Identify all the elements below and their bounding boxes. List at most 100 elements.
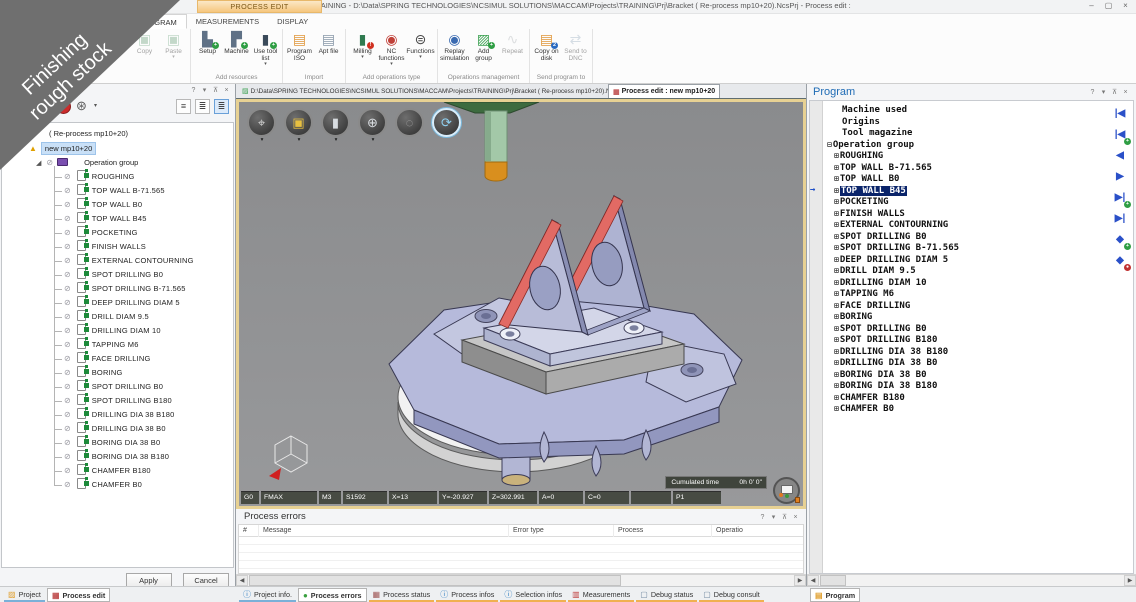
program-item[interactable]: ⊞ROUGHING bbox=[825, 150, 1107, 162]
expander-icon[interactable]: ⊞ bbox=[834, 209, 839, 218]
cancel-button[interactable]: Cancel bbox=[183, 573, 229, 587]
status-tab[interactable]: ▥Measurements bbox=[568, 588, 634, 602]
program-item[interactable]: ⊞FACE DRILLING bbox=[825, 300, 1107, 312]
ribbon-button[interactable]: ▛+ Machine bbox=[222, 30, 251, 55]
expander-icon[interactable]: ⊞ bbox=[834, 404, 839, 413]
eye-slash-icon[interactable]: ⊘ bbox=[64, 270, 71, 279]
ribbon-button[interactable]: ▤ Program ISO bbox=[285, 30, 314, 62]
dropdown-arrow-icon[interactable]: ▾ bbox=[284, 137, 314, 143]
list-view-toggle[interactable]: ≣ bbox=[214, 99, 229, 114]
program-item[interactable]: ⊞TOP WALL B0 bbox=[825, 173, 1107, 185]
panel-control-button[interactable]: × bbox=[221, 85, 232, 96]
simulation-control-button[interactable]: ◀ bbox=[1108, 147, 1132, 168]
program-item[interactable]: ⊞DRILLING DIA 38 B180 bbox=[825, 346, 1107, 358]
operation-item[interactable]: ⊘TAPPING M6 bbox=[54, 338, 233, 352]
program-item[interactable]: ⊞POCKETING bbox=[825, 196, 1107, 208]
operation-item[interactable]: ⊘DRILLING DIA 38 B0 bbox=[54, 422, 233, 436]
expander-icon[interactable]: ⊞ bbox=[834, 301, 839, 310]
gear-icon[interactable]: ⊛ bbox=[76, 98, 87, 114]
panel-control-button[interactable]: ▾ bbox=[1098, 87, 1109, 98]
program-item[interactable]: ⊞TAPPING M6 bbox=[825, 288, 1107, 300]
scroll-left-icon[interactable]: ◀ bbox=[807, 575, 819, 586]
expander-icon[interactable]: ⊟ bbox=[827, 140, 832, 149]
window-control-button[interactable]: × bbox=[1117, 0, 1134, 12]
operation-item[interactable]: ⊘FACE DRILLING bbox=[54, 352, 233, 366]
program-item[interactable]: ⊟Operation group bbox=[825, 139, 1107, 151]
ribbon-button[interactable]: ▤2 Copy on disk bbox=[532, 30, 561, 62]
eye-slash-icon[interactable]: ⊘ bbox=[64, 200, 71, 209]
workspace-tab[interactable]: ▨Project bbox=[4, 588, 45, 602]
operation-item[interactable]: ⊘BORING DIA 38 B0 bbox=[54, 436, 233, 450]
column-header[interactable]: Process bbox=[614, 525, 712, 537]
eye-slash-icon[interactable]: ⊘ bbox=[64, 242, 71, 251]
operation-item[interactable]: ⊘CHAMFER B180 bbox=[54, 464, 233, 478]
expander-icon[interactable]: ⊞ bbox=[834, 347, 839, 356]
program-item[interactable]: Machine used bbox=[825, 104, 1107, 116]
expander-icon[interactable]: ⊞ bbox=[834, 381, 839, 390]
simulation-control-button[interactable]: |◀ bbox=[1108, 105, 1132, 126]
status-tab[interactable]: ▢Debug status bbox=[636, 588, 697, 602]
expander-icon[interactable]: ⊞ bbox=[834, 174, 839, 183]
dropdown-arrow-icon[interactable]: ▾ bbox=[247, 137, 277, 143]
expander-icon[interactable]: ⊞ bbox=[834, 358, 839, 367]
operation-item[interactable]: ⊘DRILLING DIAM 10 bbox=[54, 324, 233, 338]
status-tab[interactable]: ⓘProcess infos bbox=[436, 588, 498, 602]
program-item[interactable]: ⊞SPOT DRILLING B-71.565 bbox=[825, 242, 1107, 254]
expander-icon[interactable]: ⊞ bbox=[834, 324, 839, 333]
horizontal-scrollbar[interactable]: ◀ ▶ bbox=[236, 574, 806, 586]
dropdown-arrow-icon[interactable]: ▾ bbox=[321, 137, 351, 143]
eye-slash-icon[interactable]: ⊘ bbox=[64, 214, 71, 223]
gear-dropdown-icon[interactable]: ▾ bbox=[94, 102, 97, 109]
column-header[interactable]: Operatio bbox=[712, 525, 803, 537]
ribbon-button[interactable]: ▮+ Use tool list ▾ bbox=[251, 30, 280, 67]
column-header[interactable]: # bbox=[239, 525, 259, 537]
operation-item[interactable]: ⊘DRILLING DIA 38 B180 bbox=[54, 408, 233, 422]
operation-item[interactable]: ⊘FINISH WALLS bbox=[54, 240, 233, 254]
simulation-control-button[interactable]: ▶|+ bbox=[1108, 189, 1132, 210]
ribbon-tab[interactable]: MEASUREMENTS bbox=[187, 14, 268, 29]
program-item[interactable]: ⊞CHAMFER B0 bbox=[825, 403, 1107, 415]
expander-icon[interactable]: ◢ bbox=[36, 160, 41, 167]
horizontal-scrollbar[interactable]: ◀ ▶ bbox=[807, 574, 1136, 586]
program-item[interactable]: ⊞DRILLING DIAM 10 bbox=[825, 277, 1107, 289]
operation-item[interactable]: ⊘CHAMFER B0 bbox=[54, 478, 233, 492]
expander-icon[interactable]: ⊞ bbox=[834, 220, 839, 229]
scroll-right-icon[interactable]: ▶ bbox=[1124, 575, 1136, 586]
eye-slash-icon[interactable]: ⊘ bbox=[64, 326, 71, 335]
machine-state-icon[interactable] bbox=[773, 477, 800, 504]
viewport-tool-button[interactable]: ▮ ▾ bbox=[321, 108, 351, 143]
scrollbar-thumb[interactable] bbox=[820, 575, 846, 586]
program-item[interactable]: ⊞TOP WALL B-71.565 bbox=[825, 162, 1107, 174]
simulation-control-button[interactable]: ◆● bbox=[1108, 252, 1132, 273]
program-item[interactable]: ⊞SPOT DRILLING B180 bbox=[825, 334, 1107, 346]
expander-icon[interactable]: ⊞ bbox=[834, 255, 839, 264]
operation-item[interactable]: ⊘DRILL DIAM 9.5 bbox=[54, 310, 233, 324]
expander-icon[interactable]: ⊞ bbox=[834, 163, 839, 172]
program-item[interactable]: ⊞CHAMFER B180 bbox=[825, 392, 1107, 404]
eye-slash-icon[interactable]: ⊘ bbox=[64, 480, 71, 489]
eye-slash-icon[interactable]: ⊘ bbox=[64, 382, 71, 391]
scrollbar-thumb[interactable] bbox=[249, 575, 621, 586]
dropdown-arrow-icon[interactable]: ▾ bbox=[358, 137, 388, 143]
ribbon-button[interactable]: ▮! Milling ▾ bbox=[348, 30, 377, 60]
eye-slash-icon[interactable]: ⊘ bbox=[64, 312, 71, 321]
status-tab[interactable]: ●Process errors bbox=[298, 588, 367, 602]
ribbon-button[interactable]: ▙+ Setup bbox=[193, 30, 222, 55]
panel-control-button[interactable]: ? bbox=[188, 85, 199, 96]
operation-item[interactable]: ⊘DEEP DRILLING DIAM 5 bbox=[54, 296, 233, 310]
program-item[interactable]: ⊞DRILLING DIA 38 B0 bbox=[825, 357, 1107, 369]
operation-item[interactable]: ⊘ROUGHING bbox=[54, 170, 233, 184]
program-item[interactable]: Tool magazine bbox=[825, 127, 1107, 139]
program-item[interactable]: ⊞SPOT DRILLING B0 bbox=[825, 231, 1107, 243]
operation-item[interactable]: ⊘TOP WALL B-71.565 bbox=[54, 184, 233, 198]
ribbon-button[interactable]: ⇄ Send to DNC bbox=[561, 30, 590, 62]
expander-icon[interactable]: ⊞ bbox=[834, 243, 839, 252]
operation-item[interactable]: ⊘SPOT DRILLING B-71.565 bbox=[54, 282, 233, 296]
eye-slash-icon[interactable]: ⊘ bbox=[64, 466, 71, 475]
operation-item[interactable]: ⊘SPOT DRILLING B0 bbox=[54, 268, 233, 282]
ribbon-button[interactable]: ▣ Paste ▾ bbox=[159, 30, 188, 60]
workspace-tab[interactable]: ▦Process edit bbox=[47, 588, 110, 602]
window-control-button[interactable]: – bbox=[1083, 0, 1100, 12]
column-header[interactable]: Message bbox=[259, 525, 509, 537]
expander-icon[interactable]: ⊞ bbox=[834, 266, 839, 275]
